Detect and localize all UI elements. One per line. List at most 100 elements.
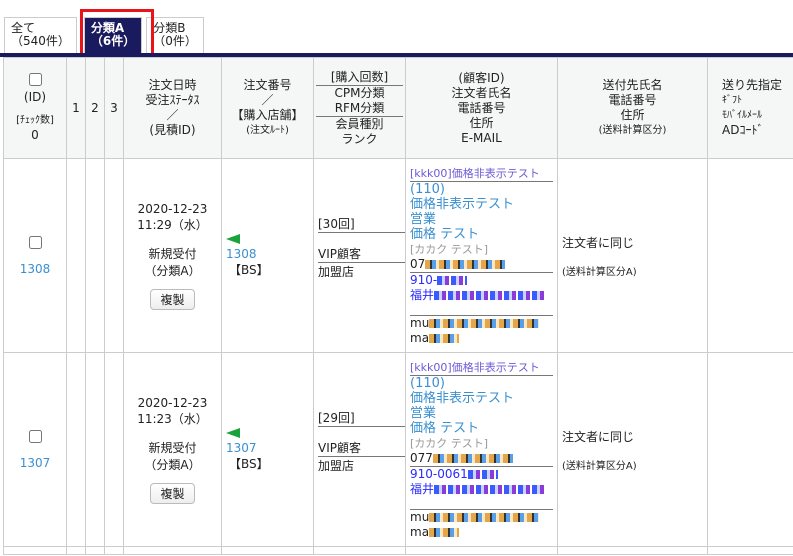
cell-customer: [kkk00]価格非表示テスト (110) 価格非表示テスト 営業 価格 テスト… (405, 158, 558, 353)
flag-icon (226, 234, 240, 244)
label: (送料計算区分) (598, 125, 667, 136)
cell-order: 1308 【BS】 (221, 158, 314, 353)
masked-email (429, 318, 540, 328)
email: mu (410, 315, 430, 330)
label: (ID) (23, 90, 47, 104)
masked-email (429, 512, 540, 522)
cell (3, 546, 67, 555)
masked-address (434, 290, 545, 300)
cell-1 (66, 158, 86, 353)
ship-name: 注文者に同じ (562, 429, 635, 444)
customer-code: [kkk00]価格非表示テスト (410, 166, 540, 180)
date: 2020-12-23 (137, 395, 208, 410)
cell-id: 1307 (3, 352, 67, 547)
department: 営業 (410, 405, 437, 421)
label: 電話番号 (608, 93, 657, 107)
time: 11:29（水） (137, 217, 208, 232)
order-id-link[interactable]: 1308 (4, 262, 66, 276)
cell-ship: 注文者に同じ (送料計算区分A) (557, 158, 708, 353)
cell-purchase: [29回] VIP顧客 加盟店 (313, 352, 406, 547)
label: 送り先指定 (722, 78, 783, 92)
label: 【購入店舗】 (231, 108, 304, 122)
tab-count: （0件） (153, 34, 197, 48)
cell (104, 546, 124, 555)
cell-ship: 注文者に同じ (送料計算区分A) (557, 352, 708, 547)
order-id-link[interactable]: 1307 (4, 456, 66, 470)
header-customer: (顧客ID) 注文者氏名 電話番号 住所 E-MAIL (405, 57, 558, 159)
label: ランク (341, 131, 378, 146)
orders-table: (ID) [ﾁｪｯｸ数] 0 1 2 3 注文日時 受注ｽﾃｰﾀｽ／ (見積ID) 注文… (3, 57, 793, 555)
category: （分類A） (144, 457, 201, 472)
row-checkbox[interactable] (28, 429, 42, 443)
cell (221, 546, 314, 555)
tab-all[interactable]: 全て （540件） (4, 17, 77, 53)
masked-zip (437, 275, 468, 285)
category: （分類A） (144, 263, 201, 278)
cell-purchase: [30回] VIP顧客 加盟店 (313, 158, 406, 353)
row-checkbox[interactable] (28, 235, 42, 249)
mobile-email: ma (410, 330, 430, 345)
cell (405, 546, 558, 555)
mobile-email: ma (410, 524, 430, 539)
cell (557, 546, 708, 555)
ship-calc: (送料計算区分A) (562, 266, 637, 278)
masked-phone (432, 453, 513, 463)
label: 電話番号 (457, 100, 506, 115)
label: 注文日時 (148, 78, 197, 92)
header-order: 注文番号／【購入店舗】 (注文ﾙｰﾄ) (221, 57, 314, 159)
select-all-checkbox[interactable] (28, 73, 42, 86)
masked-email (429, 333, 460, 343)
table-row: 1308 2020-12-23 11:29（水） 新規受付 （分類A） 複製 1308 【… (3, 158, 793, 353)
label: 注文番号 (243, 78, 292, 92)
label: 送付先氏名 (602, 78, 663, 92)
customer-id-link[interactable]: (110) (410, 376, 553, 391)
store: 【BS】 (229, 457, 269, 471)
cell-customer: [kkk00]価格非表示テスト (110) 価格非表示テスト 営業 価格 テスト… (405, 352, 558, 547)
cell-1 (66, 352, 86, 547)
purchase-count: [30回] (318, 217, 355, 231)
customer-name: 価格 テスト (410, 226, 480, 242)
label: ﾓﾊﾞｲﾙﾒｰﾙ (722, 110, 762, 121)
order-number-link[interactable]: 1308 (226, 247, 313, 261)
label: E-MAIL (461, 130, 502, 145)
label: CPM分類 (334, 85, 385, 100)
member: VIP顧客 (318, 441, 361, 455)
header-3: 3 (104, 57, 124, 159)
email: mu (410, 509, 430, 524)
check-count: 0 (31, 128, 39, 142)
cell-order: 1307 【BS】 (221, 352, 314, 547)
cell-date: 2020-12-23 11:29（水） 新規受付 （分類A） 複製 (123, 158, 222, 353)
member: VIP顧客 (318, 247, 361, 261)
phone: 077 (410, 450, 433, 465)
label: [購入回数] (330, 69, 389, 84)
masked-address (434, 484, 545, 494)
cell (123, 546, 222, 555)
header-id: (ID) [ﾁｪｯｸ数] 0 (3, 57, 67, 159)
copy-button[interactable]: 複製 (150, 288, 195, 310)
order-number-link[interactable]: 1307 (226, 441, 313, 455)
customer-kana: [カカク テスト] (410, 242, 489, 256)
label: 住所 (620, 108, 645, 122)
cell-3 (104, 352, 124, 547)
masked-email (429, 527, 460, 537)
label: RFM分類 (334, 100, 385, 115)
copy-button[interactable]: 複製 (150, 482, 195, 504)
ship-calc: (送料計算区分A) (562, 460, 637, 472)
cell (66, 546, 86, 555)
label: 住所 (469, 115, 494, 130)
cell-2 (85, 352, 105, 547)
header-dest: 送り先指定 ｷﾞﾌﾄ ﾓﾊﾞｲﾙﾒｰﾙ ADｺｰﾄﾞ (707, 57, 793, 159)
company: 価格非表示テスト (410, 390, 515, 406)
label: ／ (166, 108, 179, 122)
purchase-count: [29回] (318, 411, 355, 425)
label: ｷﾞﾌﾄ (722, 95, 742, 106)
tab-category-b[interactable]: 分類B （0件） (146, 17, 204, 53)
customer-code: [kkk00]価格非表示テスト (410, 360, 540, 374)
header-1: 1 (66, 57, 86, 159)
cell (707, 546, 793, 555)
customer-id-link[interactable]: (110) (410, 182, 553, 197)
table-header: (ID) [ﾁｪｯｸ数] 0 1 2 3 注文日時 受注ｽﾃｰﾀｽ／ (見積ID) 注文… (3, 57, 793, 159)
label: 注文者氏名 (451, 85, 512, 100)
zip: 910-0061 (410, 466, 468, 481)
tab-count: （540件） (11, 34, 70, 48)
